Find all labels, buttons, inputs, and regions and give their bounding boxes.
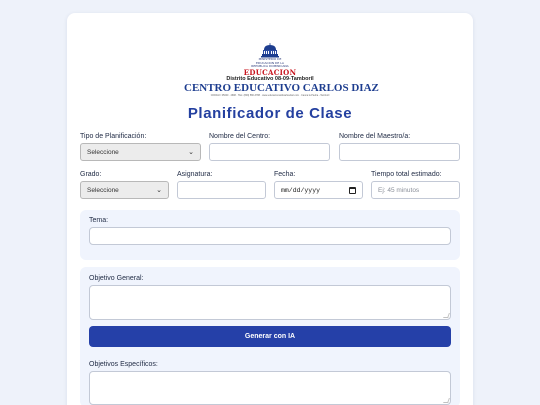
chevron-down-icon: ⌄: [188, 149, 194, 156]
tipo-select[interactable]: Seleccione ⌄: [80, 143, 201, 161]
objetivos-especificos-label: Objetivos Específicos:: [89, 361, 158, 368]
grado-select[interactable]: Seleccione ⌄: [80, 181, 169, 199]
objetivo-general-label: Objetivo General:: [89, 275, 144, 282]
generar-ia-button[interactable]: Generar con IA: [89, 326, 451, 347]
chevron-down-icon: ⌄: [156, 187, 162, 194]
school-logo: MINISTERIO DE EDUCACION DE LA REPUBLICA …: [184, 43, 379, 97]
educacion-wordmark: EDUCACION: [243, 67, 297, 77]
objetivo-general-textarea[interactable]: [89, 285, 451, 320]
tipo-label: Tipo de Planificación:: [80, 133, 147, 140]
centro-input[interactable]: [209, 143, 330, 161]
asignatura-input[interactable]: [177, 181, 266, 199]
tipo-select-value: Seleccione: [87, 148, 119, 156]
page-title: Planificador de Clase: [187, 105, 353, 122]
grado-select-value: Seleccione: [87, 186, 119, 194]
resize-handle-icon[interactable]: [443, 313, 450, 318]
fecha-input[interactable]: mm/dd/yyyy: [274, 181, 363, 199]
fecha-label: Fecha:: [274, 171, 296, 178]
calendar-icon[interactable]: [349, 186, 356, 194]
tiempo-label: Tiempo total estimado:: [371, 171, 442, 178]
grado-label: Grado:: [80, 171, 102, 178]
contact-line: CODIGO: 05000 · 4698 · TEL: (809) 580-37…: [210, 93, 330, 97]
maestro-label: Nombre del Maestro/a:: [339, 133, 411, 140]
coat-of-arms-icon: [261, 43, 279, 58]
tiempo-input-placeholder: Ej: 45 minutos: [378, 186, 420, 194]
maestro-input[interactable]: [339, 143, 460, 161]
centro-label: Nombre del Centro:: [209, 133, 271, 140]
tema-input[interactable]: [89, 227, 451, 245]
objetivos-especificos-textarea[interactable]: [89, 371, 451, 405]
center-name: CENTRO EDUCATIVO CARLOS DIAZ: [184, 81, 379, 94]
tiempo-input[interactable]: Ej: 45 minutos: [371, 181, 460, 199]
resize-handle-icon[interactable]: [443, 398, 450, 403]
tema-label: Tema:: [89, 217, 109, 224]
fecha-input-value: mm/dd/yyyy: [281, 186, 321, 194]
asignatura-label: Asignatura:: [177, 171, 213, 178]
